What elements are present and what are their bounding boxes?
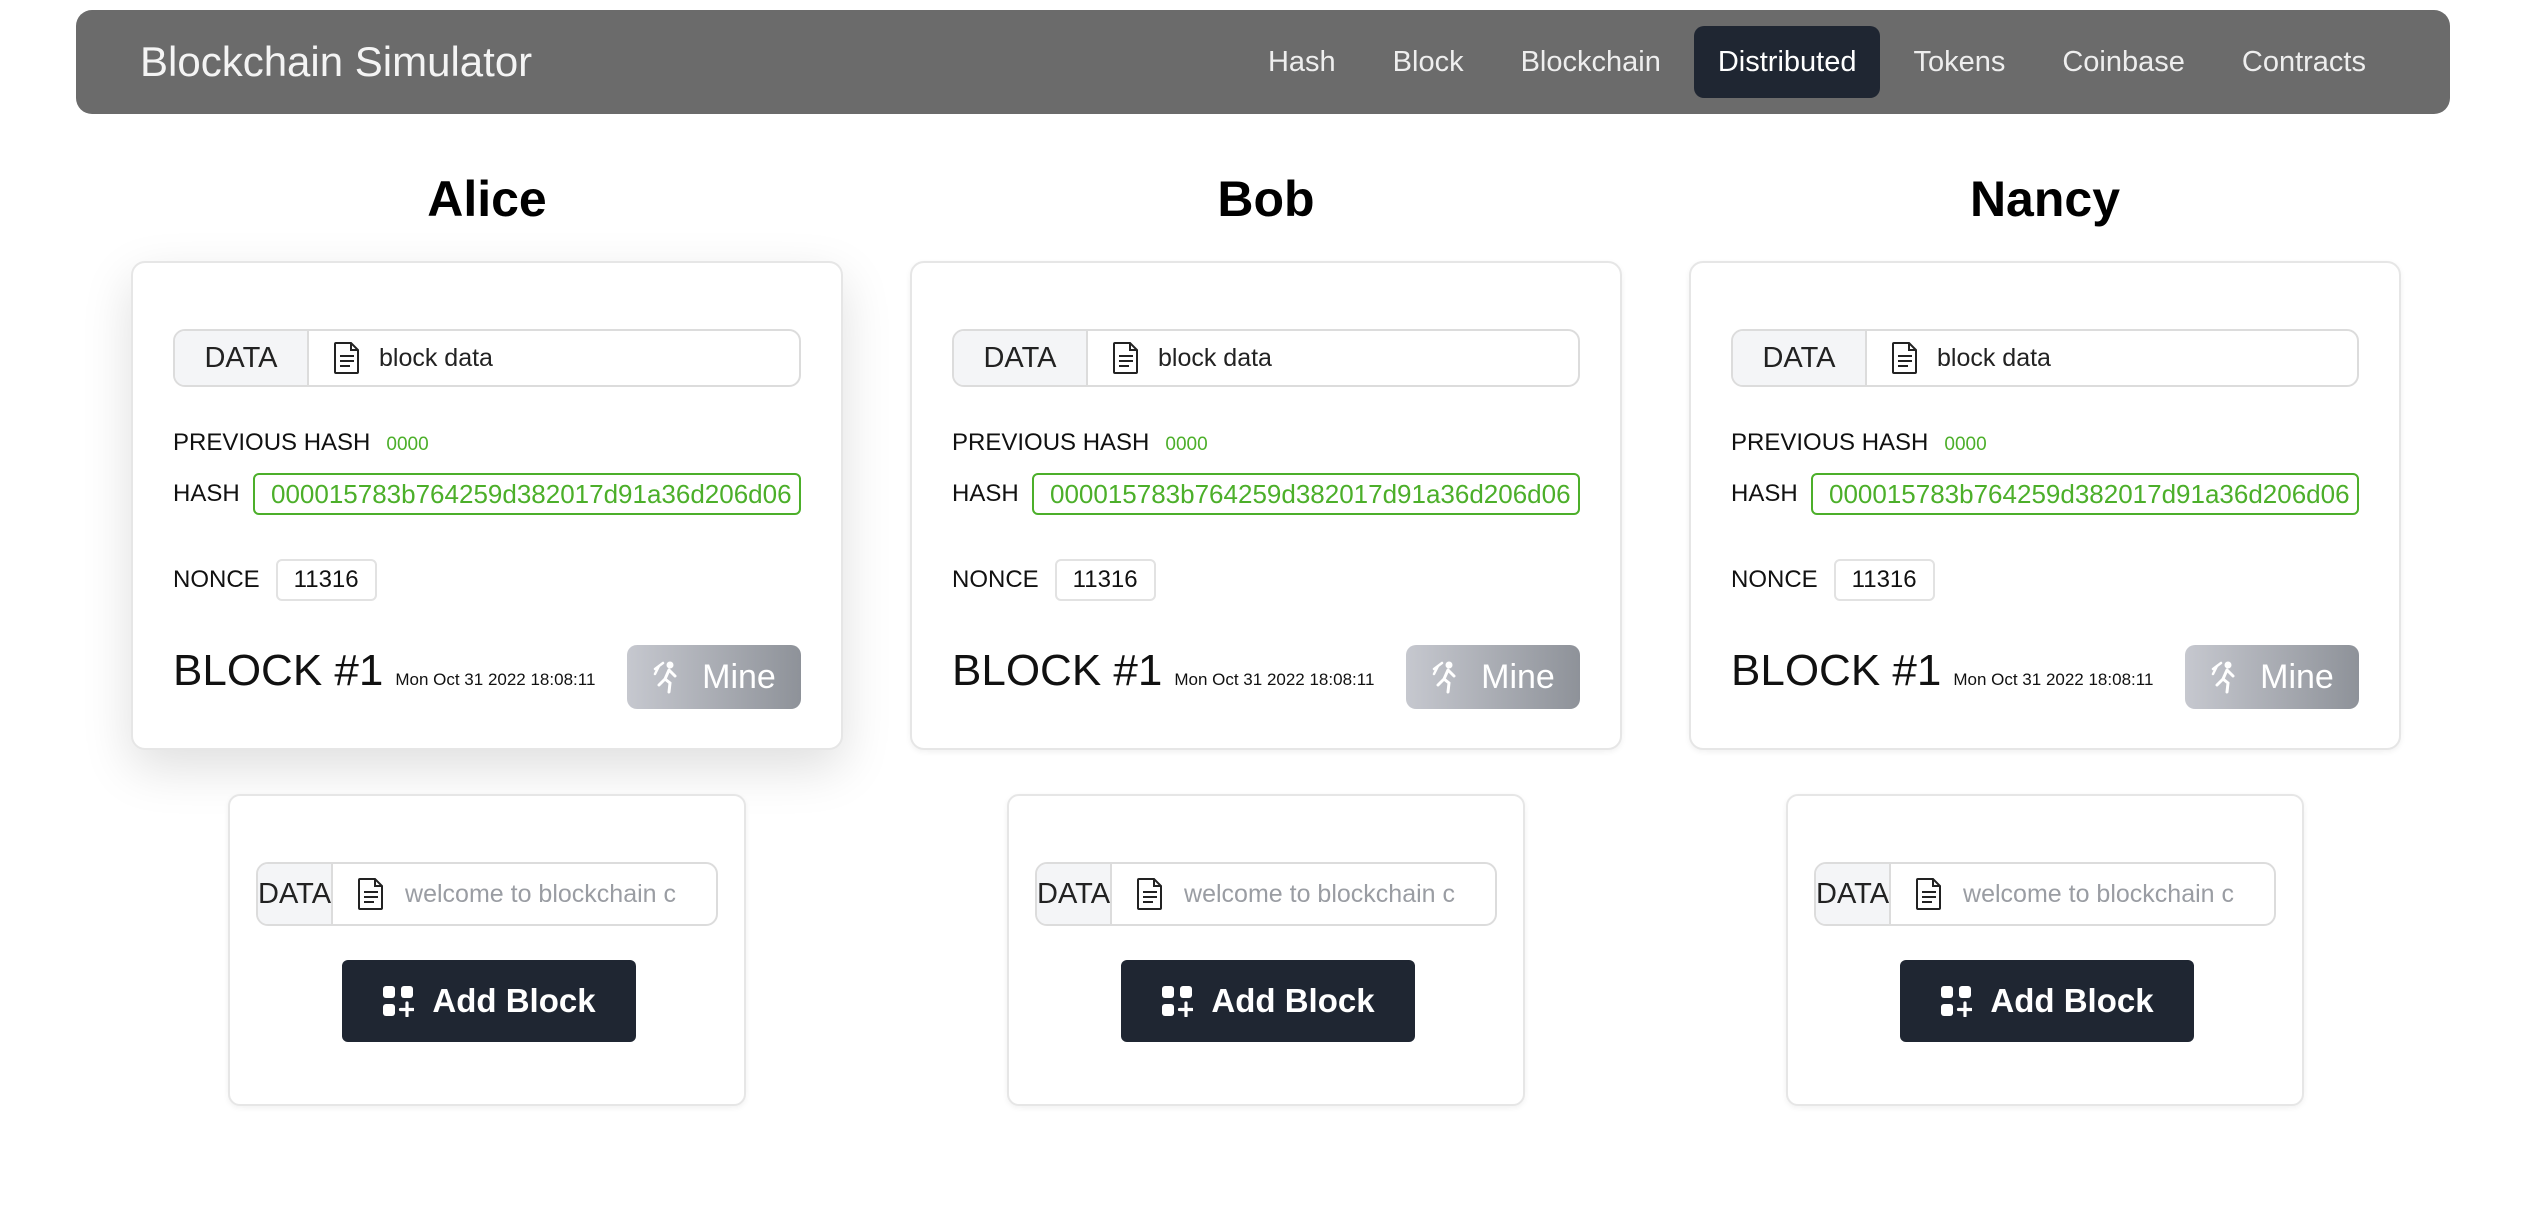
block-data-field: DATA block data [952,329,1580,387]
add-block-label: Add Block [1211,982,1375,1019]
previous-hash-value: 0000 [1165,434,1208,455]
add-block-label: Add Block [432,982,596,1019]
nonce-field[interactable]: 11316 [1833,559,1935,601]
new-block-data-wrapper [1112,864,1495,924]
block-number: BLOCK #1 [173,646,384,695]
nonce-row: NONCE 11316 [173,559,377,601]
data-label: DATA [175,331,309,385]
block-card: DATA block data PREVIOUS HASH 0000 HASH … [910,261,1622,750]
peer-column-alice: Alice DATA block data PREVIOUS HASH 0000… [131,0,851,1216]
nonce-label: NONCE [952,566,1039,593]
new-block-data-input[interactable] [1182,878,1495,910]
hash-label: HASH [173,480,240,507]
block-heading: BLOCK #1 Mon Oct 31 2022 18:08:11 [173,646,595,696]
previous-hash-label: PREVIOUS HASH [173,429,371,456]
previous-hash-value: 0000 [386,434,429,455]
pickaxe-miner-icon [2211,661,2235,694]
mine-button[interactable]: Mine [2185,645,2359,709]
document-icon [358,878,384,910]
grid-plus-icon [1941,986,1973,1017]
add-block-button[interactable]: Add Block [1900,960,2194,1042]
document-icon [334,342,359,374]
grid-plus-icon [1162,986,1194,1017]
nonce-field[interactable]: 11316 [275,559,377,601]
document-icon [1916,878,1942,910]
block-timestamp: Mon Oct 31 2022 18:08:11 [395,670,596,689]
mine-button-label: Mine [1481,657,1555,696]
hash-row: HASH 000015783b764259d382017d91a36d206d0… [1731,473,2359,515]
block-timestamp: Mon Oct 31 2022 18:08:11 [1174,670,1375,689]
nonce-row: NONCE 11316 [1731,559,1935,601]
pickaxe-miner-icon [653,661,677,694]
new-block-data-field: DATA [1814,862,2276,926]
data-value: block data [1158,343,1272,372]
data-value: block data [1937,343,2051,372]
peer-column-nancy: Nancy DATA block data PREVIOUS HASH 0000… [1689,0,2409,1216]
mine-button-label: Mine [2260,657,2334,696]
document-icon [1892,342,1917,374]
document-icon [1113,342,1138,374]
add-block-button[interactable]: Add Block [1121,960,1415,1042]
data-label: DATA [1733,331,1867,385]
pickaxe-miner-icon [1432,661,1456,694]
data-label: DATA [954,331,1088,385]
hash-field[interactable]: 000015783b764259d382017d91a36d206d06 [253,473,801,515]
data-value: block data [379,343,493,372]
new-block-data-input[interactable] [1961,878,2274,910]
add-block-label: Add Block [1990,982,2154,1019]
block-data-field: DATA block data [1731,329,2359,387]
new-block-data-wrapper [333,864,716,924]
previous-hash-row: PREVIOUS HASH 0000 [173,429,429,457]
hash-field[interactable]: 000015783b764259d382017d91a36d206d06 [1032,473,1580,515]
hash-label: HASH [952,480,1019,507]
mine-button-label: Mine [702,657,776,696]
data-input[interactable]: block data [1088,331,1578,385]
hash-field[interactable]: 000015783b764259d382017d91a36d206d06 [1811,473,2359,515]
data-label: DATA [1037,864,1113,924]
block-number: BLOCK #1 [1731,646,1942,695]
data-input[interactable]: block data [1867,331,2357,385]
peer-name: Alice [427,171,547,227]
hash-row: HASH 000015783b764259d382017d91a36d206d0… [173,473,801,515]
block-number: BLOCK #1 [952,646,1163,695]
block-heading: BLOCK #1 Mon Oct 31 2022 18:08:11 [1731,646,2153,696]
data-label: DATA [1816,864,1892,924]
peer-name: Bob [1217,171,1315,227]
block-timestamp: Mon Oct 31 2022 18:08:11 [1953,670,2154,689]
previous-hash-row: PREVIOUS HASH 0000 [952,429,1208,457]
block-card: DATA block data PREVIOUS HASH 0000 HASH … [131,261,843,750]
previous-hash-label: PREVIOUS HASH [952,429,1150,456]
mine-button[interactable]: Mine [1406,645,1580,709]
block-heading: BLOCK #1 Mon Oct 31 2022 18:08:11 [952,646,1374,696]
new-block-data-field: DATA [1035,862,1497,926]
previous-hash-label: PREVIOUS HASH [1731,429,1929,456]
add-block-card: DATA Add Block [1007,794,1525,1106]
grid-plus-icon [383,986,415,1017]
mine-button[interactable]: Mine [627,645,801,709]
nonce-field[interactable]: 11316 [1054,559,1156,601]
new-block-data-input[interactable] [403,878,716,910]
new-block-data-field: DATA [256,862,718,926]
previous-hash-row: PREVIOUS HASH 0000 [1731,429,1987,457]
nonce-row: NONCE 11316 [952,559,1156,601]
previous-hash-value: 0000 [1944,434,1987,455]
add-block-card: DATA Add Block [228,794,746,1106]
data-label: DATA [258,864,334,924]
data-input[interactable]: block data [309,331,799,385]
peer-column-bob: Bob DATA block data PREVIOUS HASH 0000 H… [910,0,1630,1216]
block-card: DATA block data PREVIOUS HASH 0000 HASH … [1689,261,2401,750]
block-data-field: DATA block data [173,329,801,387]
new-block-data-wrapper [1891,864,2274,924]
hash-label: HASH [1731,480,1798,507]
add-block-button[interactable]: Add Block [342,960,636,1042]
nonce-label: NONCE [173,566,260,593]
document-icon [1137,878,1163,910]
add-block-card: DATA Add Block [1786,794,2304,1106]
hash-row: HASH 000015783b764259d382017d91a36d206d0… [952,473,1580,515]
nonce-label: NONCE [1731,566,1818,593]
peer-name: Nancy [1969,171,2121,227]
